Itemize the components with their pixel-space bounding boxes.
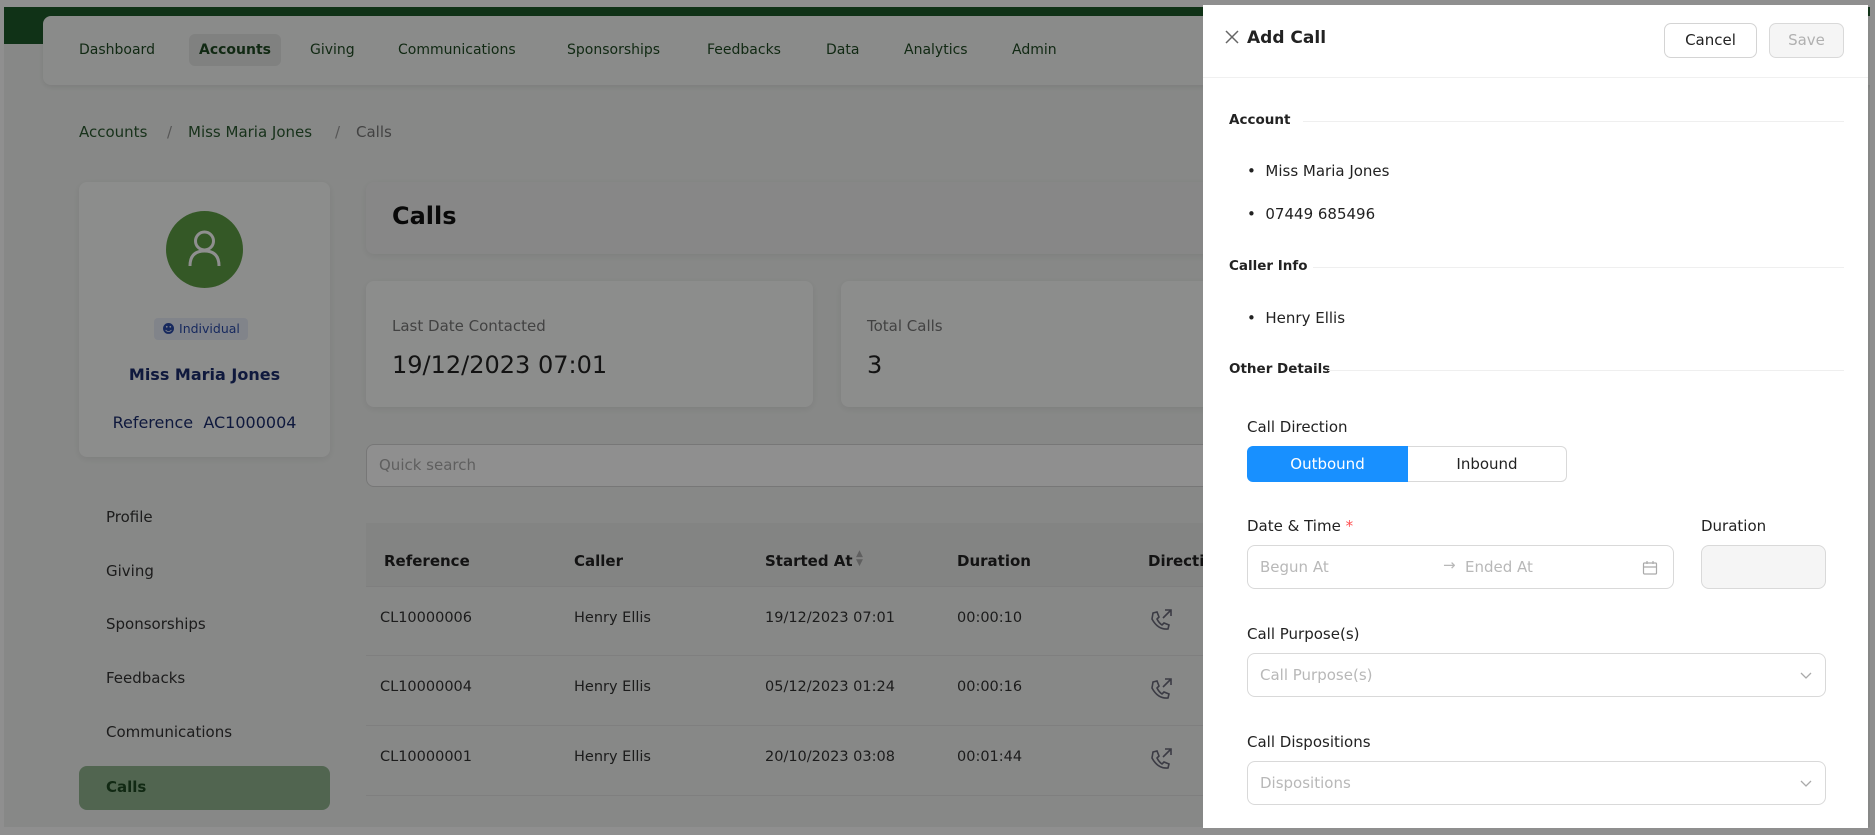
other-details-heading: Other Details xyxy=(1229,361,1331,377)
ended-at-input[interactable]: Ended At xyxy=(1465,558,1533,576)
duration-label: Duration xyxy=(1701,517,1767,535)
section-divider xyxy=(1303,121,1844,122)
account-phone-text: 07449 685496 xyxy=(1265,205,1376,223)
date-range-picker[interactable]: Begun At → Ended At xyxy=(1247,545,1674,589)
drawer-title: Add Call xyxy=(1247,28,1327,48)
add-call-drawer: Add Call Cancel Save Account • Miss Mari… xyxy=(1203,5,1868,828)
call-dispositions-label: Call Dispositions xyxy=(1247,733,1371,751)
caller-name: • Henry Ellis xyxy=(1247,309,1346,327)
account-heading: Account xyxy=(1229,112,1291,128)
direction-inbound-option[interactable]: Inbound xyxy=(1408,446,1567,482)
call-purpose-placeholder: Call Purpose(s) xyxy=(1260,666,1373,684)
close-icon[interactable] xyxy=(1225,30,1239,44)
call-purpose-select[interactable]: Call Purpose(s) xyxy=(1247,653,1826,697)
caller-name-text: Henry Ellis xyxy=(1265,309,1346,327)
date-time-label-text: Date & Time xyxy=(1247,517,1341,535)
caller-info-heading: Caller Info xyxy=(1229,258,1308,274)
account-name: • Miss Maria Jones xyxy=(1247,162,1390,180)
account-name-text: Miss Maria Jones xyxy=(1265,162,1390,180)
direction-outbound-option[interactable]: Outbound xyxy=(1247,446,1408,482)
call-purpose-label: Call Purpose(s) xyxy=(1247,625,1360,643)
range-arrow-icon: → xyxy=(1443,556,1456,574)
dispositions-placeholder: Dispositions xyxy=(1260,774,1351,792)
chevron-down-icon xyxy=(1800,780,1812,787)
call-direction-label: Call Direction xyxy=(1247,418,1348,436)
begun-at-input[interactable]: Begun At xyxy=(1260,558,1329,576)
call-dispositions-select[interactable]: Dispositions xyxy=(1247,761,1826,805)
calendar-icon xyxy=(1642,561,1658,575)
section-divider xyxy=(1328,370,1844,371)
cancel-button[interactable]: Cancel xyxy=(1664,23,1757,58)
save-button[interactable]: Save xyxy=(1769,23,1844,58)
section-divider xyxy=(1313,267,1844,268)
duration-field xyxy=(1701,545,1826,589)
date-time-label: Date & Time * xyxy=(1247,517,1353,535)
chevron-down-icon xyxy=(1800,672,1812,679)
account-phone: • 07449 685496 xyxy=(1247,205,1376,223)
required-mark: * xyxy=(1345,517,1354,535)
header-divider xyxy=(1203,77,1868,78)
